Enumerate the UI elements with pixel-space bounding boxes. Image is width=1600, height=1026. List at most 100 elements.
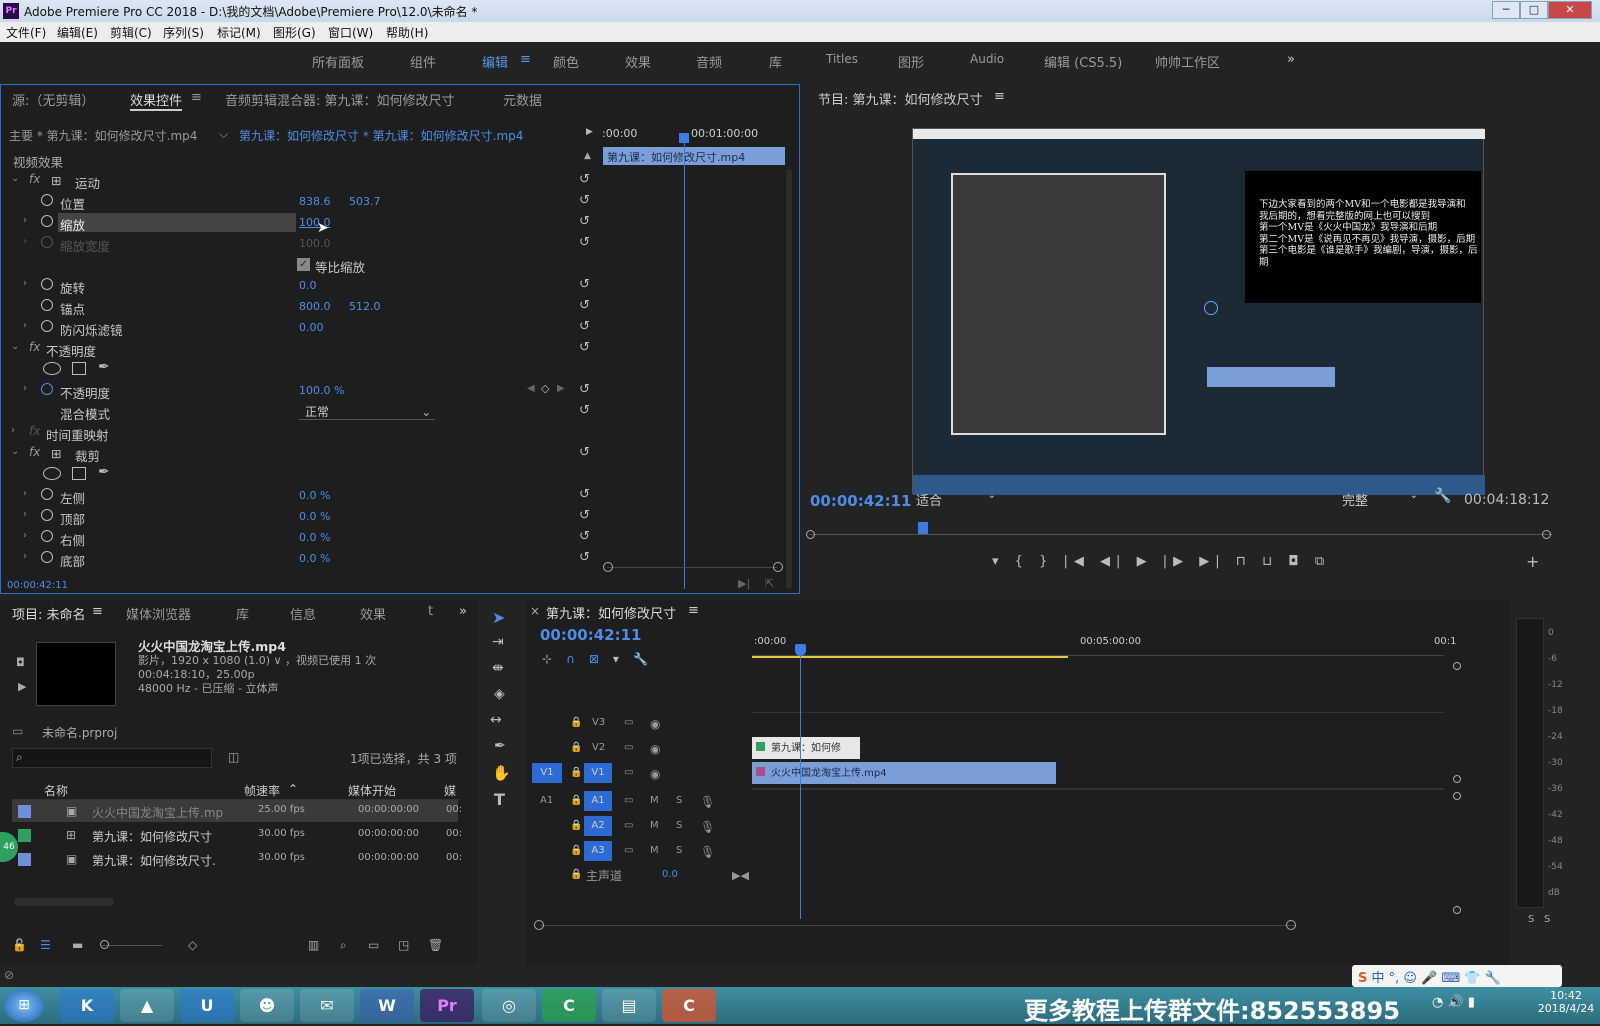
browser-app-icon[interactable]: ◎: [482, 989, 536, 1022]
rectangle-mask-icon[interactable]: [72, 362, 86, 375]
stopwatch-icon[interactable]: [41, 551, 53, 563]
clip-thumbnail[interactable]: [36, 642, 116, 706]
close-tab-icon[interactable]: ×: [530, 604, 540, 618]
expand-icon[interactable]: ›: [11, 425, 15, 436]
sequence-tab-title[interactable]: 第九课：如何修改尺寸: [546, 603, 676, 622]
stopwatch-icon[interactable]: [41, 194, 53, 206]
ec-clip-bar[interactable]: 第九课：如何修改尺寸.mp4: [603, 147, 785, 165]
menu-graphics[interactable]: 图形(G): [273, 24, 316, 41]
sync-icon[interactable]: ▭: [624, 767, 633, 778]
find-icon[interactable]: ⌕: [340, 938, 347, 953]
opacity-fx-row[interactable]: ⌄ fx 不透明度 ↺: [1, 338, 599, 359]
ec-scrollbar[interactable]: [786, 169, 792, 589]
expand-icon[interactable]: ›: [23, 488, 27, 499]
rectangle-mask-icon[interactable]: [72, 467, 86, 480]
new-search-bin-icon[interactable]: ◫: [228, 750, 239, 764]
program-playhead[interactable]: [918, 522, 928, 534]
nest-icon[interactable]: ⊹: [542, 652, 566, 666]
transform-icon[interactable]: ⊞: [51, 173, 61, 188]
crop-row[interactable]: ⌄ fx ⊞ 裁剪 ↺: [1, 443, 599, 464]
zoom-handle[interactable]: [100, 940, 109, 949]
next-keyframe-icon[interactable]: ▶: [557, 383, 565, 394]
position-row[interactable]: 位置 838.6 503.7 ↺: [1, 191, 599, 212]
workspace-graphics[interactable]: 图形: [898, 52, 924, 71]
time-ruler[interactable]: [752, 648, 1444, 656]
workspace-titles[interactable]: Titles: [826, 52, 858, 66]
start-button-icon[interactable]: ⊞: [4, 989, 44, 1022]
stopwatch-icon[interactable]: [41, 299, 53, 311]
hscroll-left-handle[interactable]: [534, 920, 544, 930]
mark-out-icon[interactable]: }: [1039, 554, 1053, 569]
ec-zoom-handle-left[interactable]: [603, 562, 613, 572]
mute-button[interactable]: M: [650, 845, 659, 856]
k-app-icon[interactable]: K: [60, 989, 114, 1022]
blend-mode-select[interactable]: 正常: [299, 403, 435, 420]
lock-icon[interactable]: 🔒: [570, 717, 582, 728]
expand-icon[interactable]: ›: [23, 278, 27, 289]
collapse-icon[interactable]: ⌄: [11, 446, 19, 457]
c-green-app-icon[interactable]: C: [542, 989, 596, 1022]
solo-button[interactable]: S: [676, 795, 682, 806]
label-color-swatch[interactable]: [18, 829, 31, 842]
sync-icon[interactable]: ▭: [624, 795, 633, 806]
expand-icon[interactable]: ›: [23, 530, 27, 541]
lock-icon[interactable]: 🔒: [570, 869, 582, 880]
mail-app-icon[interactable]: ✉: [300, 989, 354, 1022]
expand-icon[interactable]: ›: [23, 215, 27, 226]
crop-left-row[interactable]: › 左侧 0.0 % ↺: [1, 485, 599, 506]
word-app-icon[interactable]: W: [360, 989, 414, 1022]
sequence-clip-label[interactable]: 第九课：如何修改尺寸 * 第九课：如何修改尺寸.mp4: [239, 127, 523, 144]
slip-tool-icon[interactable]: ↔: [490, 712, 502, 728]
stopwatch-icon[interactable]: [41, 215, 53, 227]
hscroll-right-handle[interactable]: [1286, 920, 1296, 930]
program-video-frame[interactable]: 下边大家看到的两个MV和一个电影都是我导演和 我后期的，想看完整版的网上也可以搜…: [912, 128, 1485, 495]
reset-icon[interactable]: ↺: [579, 550, 590, 565]
solo-left-button[interactable]: S: [1528, 914, 1534, 925]
crop-right-value[interactable]: 0.0 %: [299, 531, 330, 544]
explorer-app-icon[interactable]: ▤: [602, 989, 656, 1022]
zoom-slider[interactable]: [102, 945, 162, 946]
solo-right-button[interactable]: S: [1544, 914, 1550, 925]
anchor-y-value[interactable]: 512.0: [349, 300, 381, 313]
tab-source[interactable]: 源:（无剪辑）: [12, 90, 94, 109]
u-app-icon[interactable]: U: [180, 989, 234, 1022]
motion-row[interactable]: ⌄ fx ⊞ 运动 ↺: [1, 170, 599, 191]
mark-in-icon[interactable]: {: [1015, 554, 1029, 569]
new-item-icon[interactable]: ◳: [398, 938, 409, 952]
vscroll-handle-bottom[interactable]: [1453, 906, 1461, 914]
razor-tool-icon[interactable]: ◈: [494, 686, 505, 702]
scroll-up-icon[interactable]: ▲: [584, 151, 591, 161]
scale-row[interactable]: › 缩放 100.0 ➤ ↺: [1, 212, 599, 236]
program-timecode[interactable]: 00:00:42:11: [810, 492, 912, 510]
fx-icon[interactable]: fx: [29, 172, 40, 186]
scrubber-end-handle[interactable]: [1542, 530, 1551, 539]
reset-icon[interactable]: ↺: [579, 277, 590, 292]
ime-toolbar[interactable]: S 中 °, ☺ 🎤 ⌨ 👕 🔧: [1352, 965, 1562, 987]
tab-menu-icon[interactable]: ≡: [191, 90, 202, 105]
eye-icon[interactable]: ◉: [650, 767, 660, 781]
stopwatch-icon[interactable]: [41, 509, 53, 521]
trash-icon[interactable]: 🗑: [428, 938, 443, 952]
tab-effect-controls[interactable]: 效果控件: [130, 90, 183, 111]
ec-playhead-handle[interactable]: [679, 133, 689, 143]
lock-icon[interactable]: 🔒: [570, 795, 582, 806]
sort-icon[interactable]: ◇: [188, 938, 197, 952]
settings-wrench-icon[interactable]: 🔧: [633, 652, 662, 666]
play-icon[interactable]: ▶: [1137, 554, 1153, 569]
drive-app-icon[interactable]: ▲: [120, 989, 174, 1022]
ripple-edit-tool-icon[interactable]: ⇼: [492, 660, 504, 676]
premiere-app-icon[interactable]: Pr: [420, 989, 474, 1022]
menu-edit[interactable]: 编辑(E): [57, 24, 98, 41]
tab-truncated[interactable]: t: [428, 604, 433, 619]
hand-tool-icon[interactable]: ✋: [492, 764, 511, 782]
menu-window[interactable]: 窗口(W): [328, 24, 373, 41]
panel-menu-icon[interactable]: ≡: [688, 603, 699, 618]
poster-frame-icon[interactable]: ◘: [16, 656, 25, 669]
type-tool-icon[interactable]: T: [494, 790, 505, 809]
camera-icon[interactable]: ◘: [1288, 554, 1304, 569]
reset-icon[interactable]: ↺: [579, 214, 590, 229]
reset-icon[interactable]: ↺: [579, 529, 590, 544]
clock[interactable]: 10:42 2018/4/24: [1536, 989, 1596, 1015]
fx-icon[interactable]: fx: [29, 340, 40, 354]
reset-icon[interactable]: ↺: [579, 235, 590, 250]
